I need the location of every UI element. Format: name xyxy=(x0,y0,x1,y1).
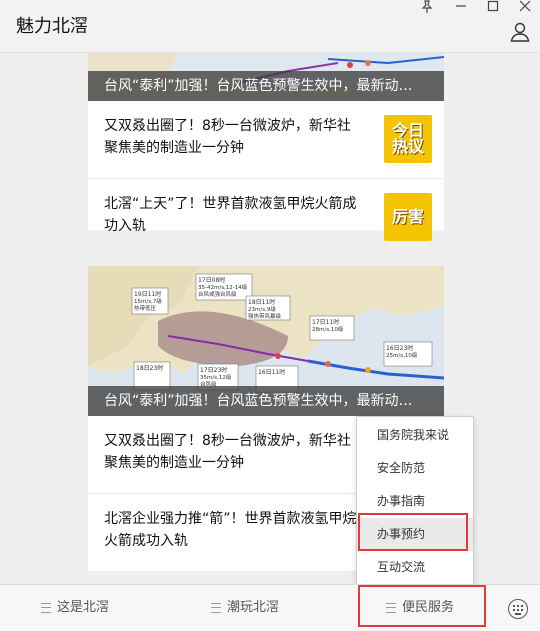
map-label: 热带低压 xyxy=(134,304,157,312)
news-caption: 台风“泰利”加强！台风蓝色预警生效中，最新动… xyxy=(88,71,444,101)
highlight-box xyxy=(358,585,486,627)
map-label: 35-42m/s,12-14级 xyxy=(198,283,248,291)
menu-item-safety[interactable]: 安全防范 xyxy=(357,452,473,485)
map-label: 15m/s,7级 xyxy=(134,297,162,305)
map-label: 17日08时 xyxy=(198,276,225,284)
maximize-icon[interactable] xyxy=(486,0,500,14)
news-item[interactable]: 又双叒出圈了！8秒一台微波炉，新华社聚焦美的制造业一分钟 今日 热议 xyxy=(88,101,444,179)
tab-fun-beijiao[interactable]: 潮玩北滘 xyxy=(170,585,320,631)
menu-icon xyxy=(210,602,221,613)
news-banner[interactable]: 台风“泰利”加强！台风蓝色预警生效中，最新动… xyxy=(88,53,444,101)
tab-label: 这是北滘 xyxy=(56,600,109,615)
news-thumbnail: 今日 热议 xyxy=(384,115,432,163)
menu-icon xyxy=(40,602,51,613)
map-label: 台风或强台风级 xyxy=(198,290,237,298)
news-banner[interactable]: 17日08时 35-42m/s,12-14级 台风或强台风级 19日11时 15… xyxy=(88,266,444,416)
map-label: 16日11时 xyxy=(258,368,285,376)
map-label: 16日23时 xyxy=(386,344,413,352)
map-label: 强热带风暴级 xyxy=(248,312,282,320)
keyboard-icon[interactable] xyxy=(508,599,528,619)
news-item-title: 又双叒出圈了！8秒一台微波炉，新华社聚焦美的制造业一分钟 xyxy=(104,118,351,156)
news-item[interactable]: 北滘“上天”了！世界首款液氢甲烷火箭成功入轨 厉害 xyxy=(88,179,444,241)
map-label: 25m/s,10级 xyxy=(386,351,418,359)
map-label: 18日11时 xyxy=(248,298,275,306)
menu-item-state-council[interactable]: 国务院我来说 xyxy=(357,419,473,452)
thumbnail-label: 厉害 xyxy=(391,207,424,226)
title-bar: 魅力北滘 xyxy=(0,0,540,53)
menu-item-interaction[interactable]: 互动交流 xyxy=(357,551,473,584)
map-label: 17日23时 xyxy=(200,366,227,374)
highlight-box xyxy=(358,513,468,551)
service-popup-menu: 国务院我来说 安全防范 办事指南 办事预约 互动交流 xyxy=(356,416,474,586)
news-card: 台风“泰利”加强！台风蓝色预警生效中，最新动… 又双叒出圈了！8秒一台微波炉，新… xyxy=(88,53,444,241)
news-item-title: 北滘“上天”了！世界首款液氢甲烷火箭成功入轨 xyxy=(104,196,357,234)
map-label: 23m/s,9级 xyxy=(248,305,276,313)
user-icon[interactable] xyxy=(510,22,530,42)
map-label: 18日23时 xyxy=(136,364,163,372)
news-item-title: 又双叒出圈了！8秒一台微波炉，新华社聚焦美的制造业一分钟 xyxy=(104,433,351,471)
news-item-title: 北滘企业强力推“箭”！世界首款液氢甲烷火箭成功入轨 xyxy=(104,511,357,549)
tab-label: 潮玩北滘 xyxy=(226,600,279,615)
close-icon[interactable] xyxy=(518,0,532,14)
app-title: 魅力北滘 xyxy=(16,16,88,37)
pin-icon[interactable] xyxy=(420,0,434,14)
thumbnail-label: 今日 热议 xyxy=(391,121,424,156)
news-caption: 台风“泰利”加强！台风蓝色预警生效中，最新动… xyxy=(88,386,444,416)
minimize-icon[interactable] xyxy=(454,0,468,14)
map-label: 28m/s,10级 xyxy=(312,325,344,333)
map-label: 19日11时 xyxy=(134,290,161,298)
tab-about-beijiao[interactable]: 这是北滘 xyxy=(0,585,150,631)
news-thumbnail: 厉害 xyxy=(384,193,432,241)
map-label: 17日11时 xyxy=(312,318,339,326)
map-label: 35m/s,12级 xyxy=(200,373,232,381)
